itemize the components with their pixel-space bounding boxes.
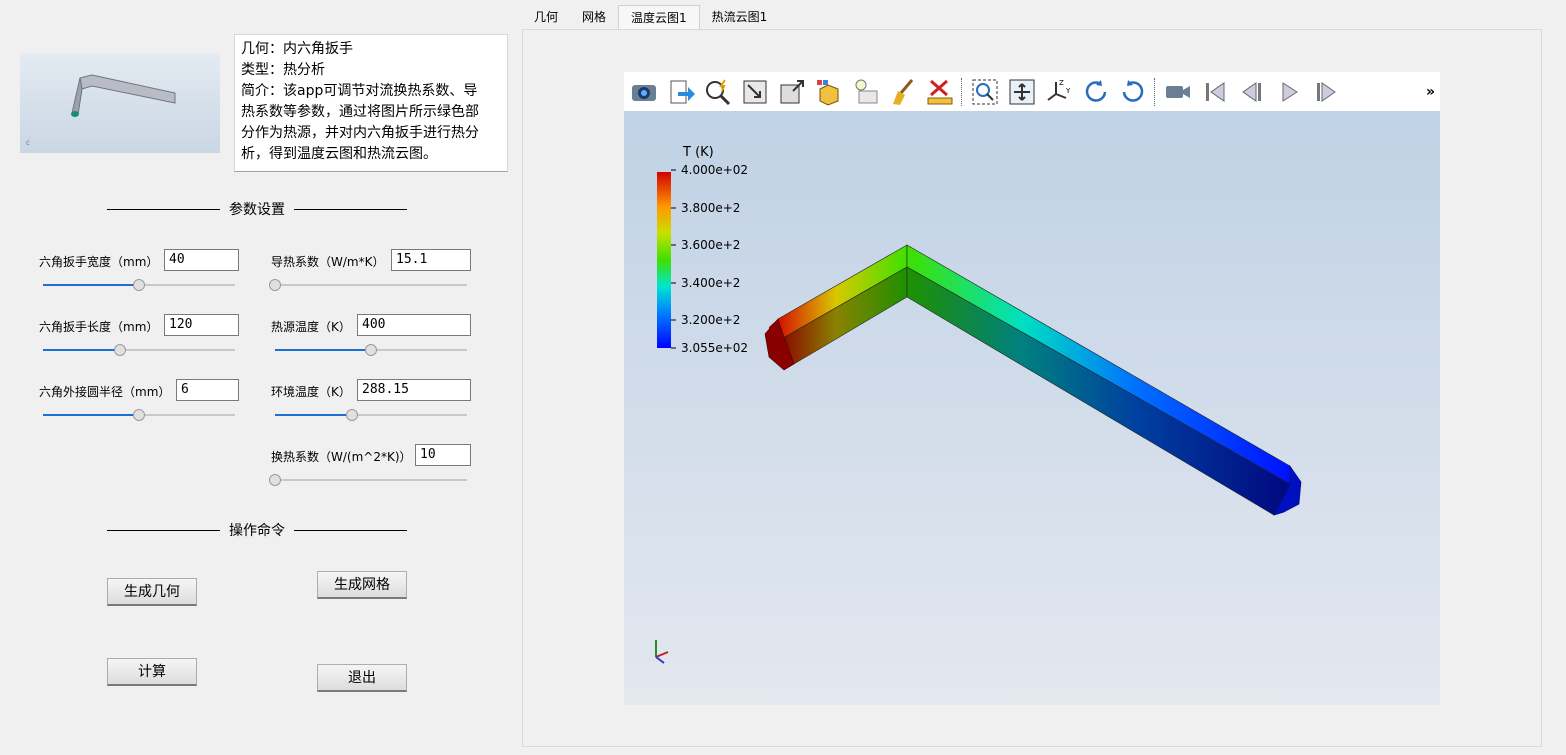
app-info-box: 几何：内六角扳手 类型：热分析 简介：该app可调节对流换热系数、导 热系数等参…: [234, 34, 508, 172]
tab-geometry[interactable]: 几何: [522, 5, 570, 29]
fit-all-icon[interactable]: [1007, 77, 1037, 107]
legend-tick-label: 3.055e+02: [681, 341, 748, 355]
ambient-temp-input[interactable]: 288.15: [357, 379, 471, 401]
geometry-thumbnail: ċ: [20, 53, 220, 153]
viewer-toolbar: ZY »: [624, 72, 1440, 111]
radius-slider[interactable]: [43, 409, 235, 421]
ambient-temp-slider[interactable]: [275, 409, 467, 421]
source-temp-slider[interactable]: [275, 344, 467, 356]
legend-tick-label: 4.000e+02: [681, 163, 748, 177]
generate-geometry-button[interactable]: 生成几何: [107, 578, 197, 606]
exit-button[interactable]: 退出: [317, 664, 407, 692]
ruler-icon[interactable]: [925, 77, 955, 107]
legend-title: T (K): [682, 145, 714, 160]
info-desc-3: 分作为热源，并对内六角扳手进行热分: [241, 125, 479, 141]
play-icon[interactable]: [1274, 77, 1304, 107]
length-slider[interactable]: [43, 344, 235, 356]
conductivity-slider[interactable]: [269, 279, 467, 291]
width-input[interactable]: 40: [164, 249, 239, 271]
htc-slider[interactable]: [269, 474, 467, 486]
legend-ticks: 4.000e+02 3.800e+2 3.600e+2 3.400e+2 3.2…: [671, 163, 748, 355]
info-type: 类型：热分析: [241, 62, 325, 78]
slider-handle[interactable]: [269, 474, 281, 486]
info-desc-4: 析，得到温度云图和热流云图。: [241, 146, 437, 162]
width-slider[interactable]: [43, 279, 235, 291]
htc-label: 换热系数（W/(m^2*K)）: [271, 450, 412, 464]
fit-view-icon[interactable]: [740, 77, 770, 107]
ops-section-header: 操作命令: [107, 520, 407, 540]
slider-handle[interactable]: [133, 409, 145, 421]
svg-text:Y: Y: [1065, 87, 1071, 95]
export-icon[interactable]: [666, 77, 696, 107]
source-temp-input[interactable]: 400: [357, 314, 471, 336]
maximize-icon[interactable]: [777, 77, 807, 107]
next-frame-icon[interactable]: [1311, 77, 1341, 107]
toolbar-separator: [961, 77, 963, 106]
info-desc-1: 简介：该app可调节对流换热系数、导: [241, 83, 478, 99]
slider-handle[interactable]: [345, 409, 358, 421]
display-mode-icon[interactable]: [814, 77, 844, 107]
conductivity-input[interactable]: 15.1: [391, 249, 471, 271]
video-icon[interactable]: [1163, 77, 1193, 107]
divider: [107, 529, 220, 531]
slider-handle[interactable]: [269, 279, 281, 291]
ops-section-title: 操作命令: [229, 523, 285, 539]
colorbar: [657, 172, 671, 348]
toolbar-overflow-button[interactable]: »: [1426, 84, 1435, 100]
light-icon[interactable]: [851, 77, 881, 107]
slider-handle[interactable]: [113, 344, 126, 356]
info-geometry: 几何：内六角扳手: [241, 41, 353, 57]
axes-triad-icon: [655, 640, 669, 664]
radius-input[interactable]: 6: [176, 379, 239, 401]
legend-tick-label: 3.200e+2: [681, 313, 740, 327]
length-input[interactable]: 120: [164, 314, 239, 336]
legend-tick-label: 3.600e+2: [681, 238, 740, 252]
compute-button[interactable]: 计算: [107, 658, 197, 686]
generate-mesh-button[interactable]: 生成网格: [317, 571, 407, 599]
zoom-box-icon[interactable]: [970, 77, 1000, 107]
legend-tick-label: 3.400e+2: [681, 276, 740, 290]
slider-handle[interactable]: [365, 344, 377, 356]
divider: [294, 529, 407, 531]
camera-icon[interactable]: [629, 77, 659, 107]
width-label: 六角扳手宽度（mm）: [39, 255, 159, 269]
params-section-header: 参数设置: [107, 199, 407, 219]
clear-icon[interactable]: [888, 77, 918, 107]
tab-heatflux-contour[interactable]: 热流云图1: [700, 5, 780, 29]
conductivity-label: 导热系数（W/m*K）: [271, 255, 385, 269]
params-section-title: 参数设置: [229, 202, 285, 218]
zoom-pick-icon[interactable]: [703, 77, 733, 107]
result-tabs: 几何 网格 温度云图1 热流云图1: [522, 5, 779, 30]
info-desc-2: 热系数等参数，通过将图片所示绿色部: [241, 104, 479, 120]
viewer-canvas[interactable]: T (K) 4.000e+02 3.800e+2 3.600e+2 3.400e…: [624, 72, 1440, 705]
wrench-thumbnail-icon: ċ: [26, 74, 176, 147]
divider: [294, 208, 407, 210]
axes-icon[interactable]: ZY: [1044, 77, 1074, 107]
ambient-temp-label: 环境温度（K）: [271, 385, 351, 399]
tab-temperature-contour[interactable]: 温度云图1: [618, 5, 700, 30]
first-frame-icon[interactable]: [1200, 77, 1230, 107]
legend-tick-label: 3.800e+2: [681, 201, 740, 215]
rotate-cw-icon[interactable]: [1081, 77, 1111, 107]
tab-mesh[interactable]: 网格: [570, 5, 618, 29]
divider: [107, 208, 220, 210]
rotate-ccw-icon[interactable]: [1118, 77, 1148, 107]
radius-label: 六角外接圆半径（mm）: [39, 385, 171, 399]
svg-text:Z: Z: [1059, 79, 1064, 87]
svg-text:ċ: ċ: [26, 139, 30, 147]
hex-wrench-model[interactable]: [764, 244, 1302, 516]
toolbar-separator: [1154, 77, 1156, 106]
3d-viewer[interactable]: T (K) 4.000e+02 3.800e+2 3.600e+2 3.400e…: [624, 72, 1440, 705]
source-temp-label: 热源温度（K）: [271, 320, 351, 334]
htc-input[interactable]: 10: [415, 444, 471, 466]
prev-frame-icon[interactable]: [1237, 77, 1267, 107]
slider-handle[interactable]: [133, 279, 145, 291]
length-label: 六角扳手长度（mm）: [39, 320, 159, 334]
